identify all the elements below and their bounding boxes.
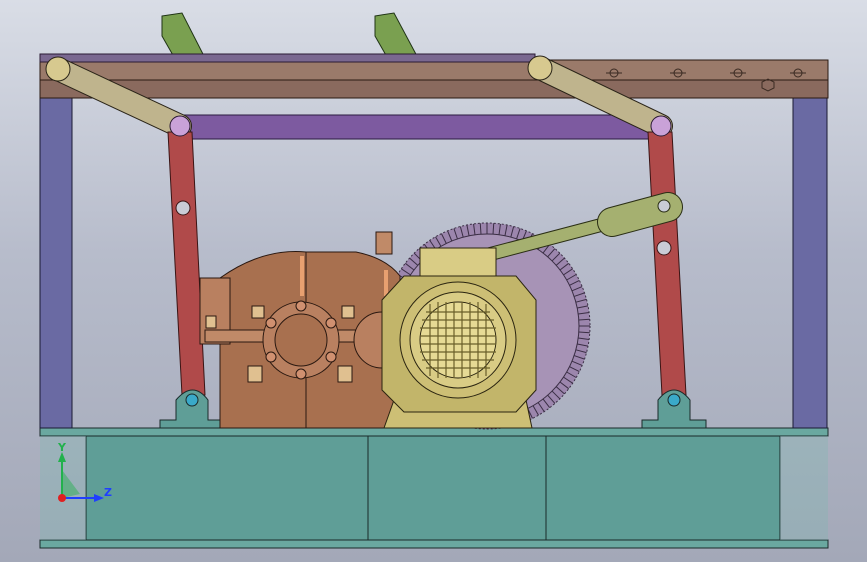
top-beam-lower [39, 79, 829, 99]
motor-terminal-box [419, 247, 497, 279]
breather-cap [375, 231, 393, 255]
foot-bracket-left [159, 389, 223, 429]
gearbox [199, 231, 411, 429]
x-axis-point [58, 494, 66, 502]
actuator-end-pin [657, 199, 671, 213]
top-beam-highlight [39, 53, 536, 63]
base-bottom-plate [39, 539, 829, 549]
y-axis-label: Y [58, 441, 66, 454]
link-rod-left [167, 131, 206, 396]
z-axis-label: Z [104, 486, 112, 499]
pivot-pin-top-left [45, 56, 71, 82]
pivot-pin-mid-left [169, 115, 191, 137]
mid-beam [177, 114, 663, 140]
top-beam-upper [39, 59, 829, 81]
motor-fan-grille [419, 301, 497, 379]
frame-post-right [792, 97, 828, 429]
gearbox-rib-2 [384, 270, 388, 296]
gearbox-rib-1 [300, 256, 304, 296]
link-rod-right [647, 131, 687, 396]
base-web [85, 435, 781, 541]
foot-bracket-right [641, 389, 707, 429]
base-end-right [780, 436, 828, 540]
pivot-pin-top-right [527, 55, 553, 81]
base-top-plate [39, 427, 829, 437]
base-frame [39, 427, 829, 549]
frame-post-left [39, 97, 73, 429]
cad-assembly-view [39, 12, 829, 549]
pivot-pin-mid-right [650, 115, 672, 137]
